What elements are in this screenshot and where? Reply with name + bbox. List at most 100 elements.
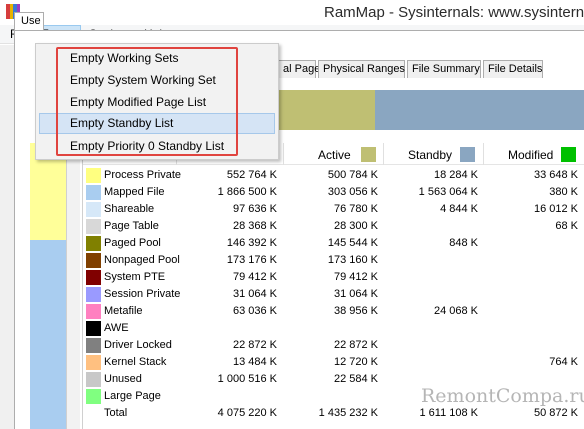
cell-active: 28 300 K xyxy=(333,220,378,232)
cell-total: 79 412 K xyxy=(232,271,277,283)
column-header-active[interactable]: Active xyxy=(318,148,351,162)
cell-active: 22 584 K xyxy=(333,373,378,385)
row-label: Paged Pool xyxy=(104,237,161,249)
cell-modified: 50 872 K xyxy=(533,407,578,419)
tab-file-summary[interactable]: File Summary xyxy=(407,60,481,78)
table-row[interactable]: AWE xyxy=(83,320,584,337)
cell-total: 31 064 K xyxy=(232,288,277,300)
mapped-file-bar xyxy=(30,240,66,429)
row-label: AWE xyxy=(104,322,129,334)
standby-color-swatch xyxy=(460,147,475,162)
tab-physical-ranges[interactable]: Physical Ranges xyxy=(318,60,405,78)
cell-active: 79 412 K xyxy=(333,271,378,283)
cell-total: 1 000 516 K xyxy=(217,373,277,385)
row-label: Process Private xyxy=(104,169,182,181)
cell-modified: 764 K xyxy=(549,356,578,368)
row-label: System PTE xyxy=(104,271,166,283)
row-color-swatch xyxy=(86,236,101,251)
modified-color-swatch xyxy=(561,147,576,162)
row-label: Total xyxy=(104,407,128,419)
cell-active: 12 720 K xyxy=(333,356,378,368)
cell-total: 22 872 K xyxy=(232,339,277,351)
tab-file-details[interactable]: File Details xyxy=(483,60,543,78)
row-label: Page Table xyxy=(104,220,159,232)
cell-standby: 4 844 K xyxy=(440,203,478,215)
tab-physical-pages[interactable]: al Pages xyxy=(278,60,326,78)
column-divider xyxy=(283,143,284,165)
cell-total: 13 484 K xyxy=(232,356,277,368)
row-label: Nonpaged Pool xyxy=(104,254,180,266)
row-label: Session Private xyxy=(104,288,181,300)
table-row[interactable]: System PTE 79 412 K 79 412 K xyxy=(83,269,584,286)
standby-segment xyxy=(375,90,584,130)
cell-total: 146 392 K xyxy=(226,237,277,249)
row-label: Unused xyxy=(104,373,142,385)
table-row[interactable]: Nonpaged Pool 173 176 K 173 160 K xyxy=(83,252,584,269)
table-row[interactable]: Mapped File 1 866 500 K 303 056 K 1 563 064… xyxy=(83,184,584,201)
active-color-swatch xyxy=(361,147,376,162)
cell-total: 97 636 K xyxy=(232,203,277,215)
table-row[interactable]: Total 4 075 220 K 1 435 232 K 1 611 108 K 50… xyxy=(83,405,584,422)
cell-standby: 1 563 064 K xyxy=(418,186,478,198)
cell-total: 1 866 500 K xyxy=(217,186,277,198)
row-color-swatch xyxy=(86,304,101,319)
menu-item-empty-priority-0-standby-list[interactable]: Empty Priority 0 Standby List xyxy=(39,136,275,157)
cell-modified: 380 K xyxy=(549,186,578,198)
cell-modified: 33 648 K xyxy=(533,169,578,181)
column-divider xyxy=(483,143,484,165)
row-color-swatch xyxy=(86,168,101,183)
cell-standby: 1 611 108 K xyxy=(419,407,478,419)
cell-standby: 848 K xyxy=(449,237,478,249)
tab-use-counts[interactable]: Use xyxy=(14,12,44,30)
cell-total: 4 075 220 K xyxy=(217,407,277,419)
row-label: Driver Locked xyxy=(104,339,172,351)
menu-item-empty-standby-list[interactable]: Empty Standby List xyxy=(39,113,275,134)
cell-active: 1 435 232 K xyxy=(318,407,378,419)
cell-active: 76 780 K xyxy=(333,203,378,215)
row-color-swatch xyxy=(86,287,101,302)
cell-active: 38 956 K xyxy=(333,305,378,317)
row-label: Metafile xyxy=(104,305,143,317)
menu-item-empty-working-sets[interactable]: Empty Working Sets xyxy=(39,48,275,69)
cell-total: 63 036 K xyxy=(232,305,277,317)
cell-modified: 16 012 K xyxy=(533,203,578,215)
row-color-swatch xyxy=(86,372,101,387)
row-label: Large Page xyxy=(104,390,161,402)
column-header-modified[interactable]: Modified xyxy=(508,148,553,162)
cell-standby: 24 068 K xyxy=(433,305,478,317)
table-row[interactable]: Session Private 31 064 K 31 064 K xyxy=(83,286,584,303)
row-label: Mapped File xyxy=(104,186,165,198)
column-divider xyxy=(383,143,384,165)
cell-active: 303 056 K xyxy=(327,186,378,198)
row-color-swatch xyxy=(86,202,101,217)
cell-total: 173 176 K xyxy=(226,254,277,266)
row-color-swatch xyxy=(86,253,101,268)
cell-active: 173 160 K xyxy=(327,254,378,266)
column-header-standby[interactable]: Standby xyxy=(408,148,452,162)
cell-active: 22 872 K xyxy=(333,339,378,351)
menu-item-empty-modified-page-list[interactable]: Empty Modified Page List xyxy=(39,92,275,113)
table-row[interactable]: Driver Locked 22 872 K 22 872 K xyxy=(83,337,584,354)
row-color-swatch xyxy=(86,185,101,200)
cell-total: 28 368 K xyxy=(232,220,277,232)
row-color-swatch xyxy=(86,270,101,285)
cell-active: 31 064 K xyxy=(333,288,378,300)
row-color-swatch xyxy=(86,321,101,336)
window-title: RamMap - Sysinternals: www.sysinternals xyxy=(324,4,584,21)
table-row[interactable]: Kernel Stack 13 484 K 12 720 K 764 K xyxy=(83,354,584,371)
table-row[interactable]: Process Private 552 764 K 500 784 K 18 284 … xyxy=(83,167,584,184)
cell-standby: 18 284 K xyxy=(433,169,478,181)
row-color-swatch xyxy=(86,338,101,353)
watermark: RemontCompa.ru xyxy=(421,385,584,407)
table-row[interactable]: Paged Pool 146 392 K 145 544 K 848 K xyxy=(83,235,584,252)
empty-menu-dropdown: Empty Working Sets Empty System Working … xyxy=(35,43,279,160)
table-row[interactable]: Metafile 63 036 K 38 956 K 24 068 K xyxy=(83,303,584,320)
menu-item-empty-system-working-set[interactable]: Empty System Working Set xyxy=(39,70,275,91)
cell-active: 145 544 K xyxy=(327,237,378,249)
table-row[interactable]: Page Table 28 368 K 28 300 K 68 K xyxy=(83,218,584,235)
row-label: Shareable xyxy=(104,203,155,215)
cell-active: 500 784 K xyxy=(327,169,378,181)
row-color-swatch xyxy=(86,389,101,404)
row-color-swatch xyxy=(86,219,101,234)
table-row[interactable]: Shareable 97 636 K 76 780 K 4 844 K 16 012 K xyxy=(83,201,584,218)
